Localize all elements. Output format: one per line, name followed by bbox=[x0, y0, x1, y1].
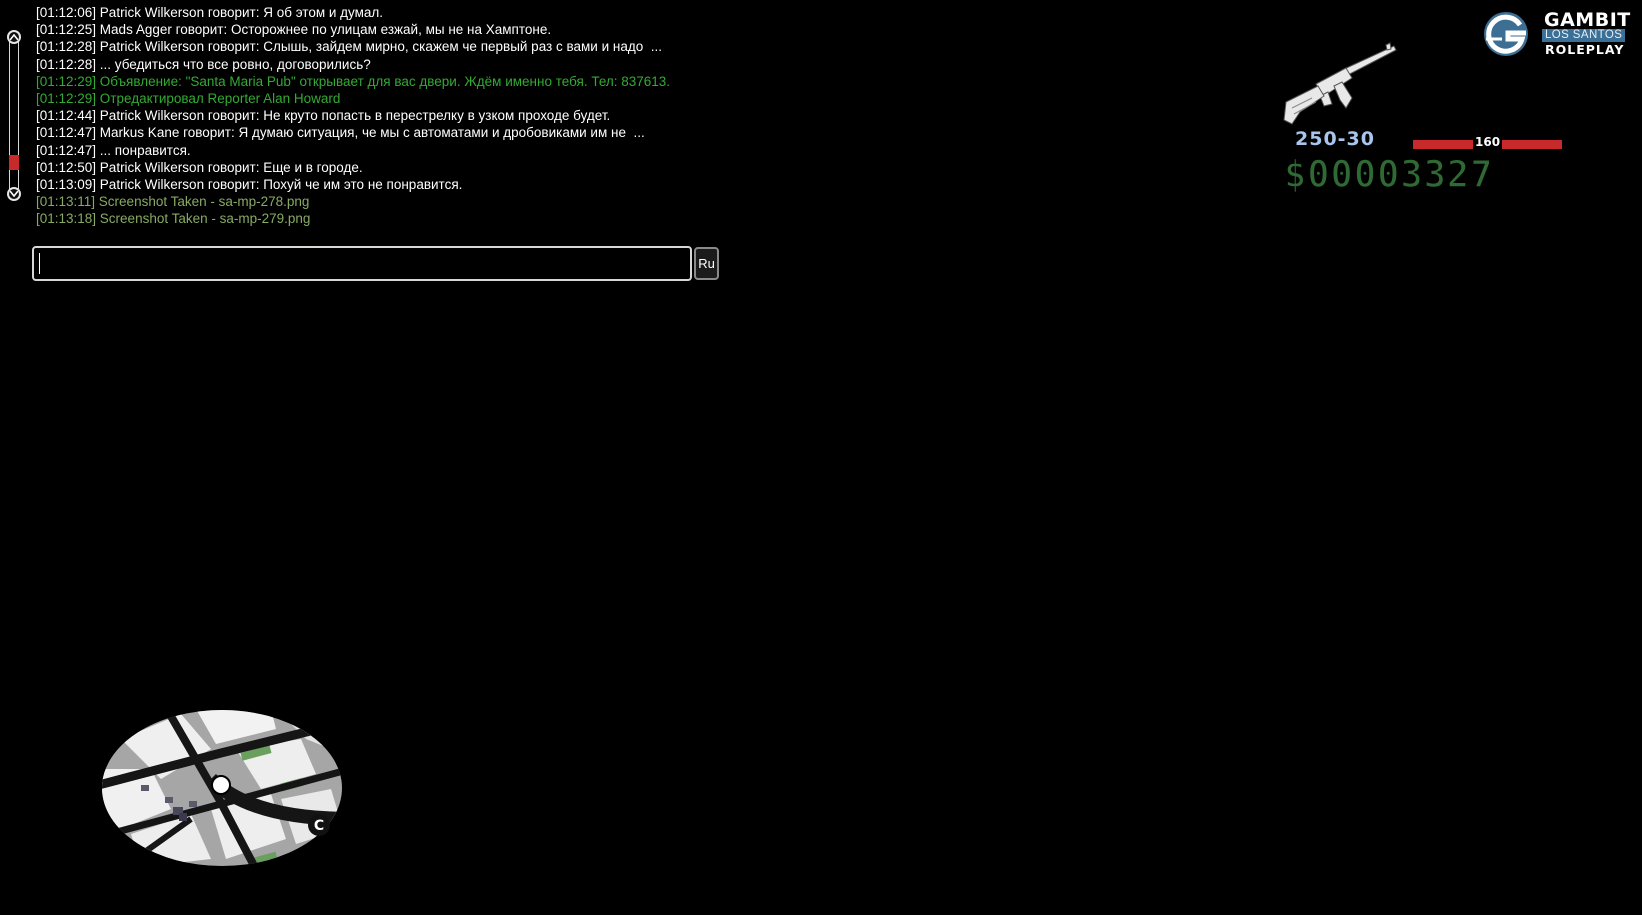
gambit-emblem-icon bbox=[1484, 12, 1528, 56]
chat-message: [01:13:09] Patrick Wilkerson говорит: По… bbox=[36, 176, 463, 192]
scroll-down-arrow-icon[interactable] bbox=[7, 187, 21, 201]
radar-minimap: C bbox=[101, 709, 343, 867]
chat-scrollbar-thumb[interactable] bbox=[9, 155, 19, 170]
logo-tagline: ROLEPLAY bbox=[1545, 42, 1625, 57]
server-logo: GAMBIT LOS SANTOS ROLEPLAY bbox=[1480, 10, 1635, 60]
chat-log: [01:12:06] Patrick Wilkerson говорит: Я … bbox=[36, 4, 670, 227]
health-value: 160 bbox=[1473, 134, 1503, 150]
chat-message: [01:12:29] Объявление: "Santa Maria Pub"… bbox=[36, 73, 671, 89]
chat-input[interactable] bbox=[32, 246, 692, 281]
radar-compass-label: C bbox=[314, 818, 324, 834]
chat-message: [01:12:29] Отредактировал Reporter Alan … bbox=[36, 90, 341, 106]
scroll-up-arrow-icon[interactable] bbox=[7, 30, 21, 44]
text-caret bbox=[39, 253, 40, 274]
chat-message: [01:13:11] Screenshot Taken - sa-mp-278.… bbox=[36, 194, 310, 210]
chat-message: [01:13:18] Screenshot Taken - sa-mp-279.… bbox=[36, 211, 311, 227]
chat-message: [01:12:28] Patrick Wilkerson говорит: Сл… bbox=[36, 39, 662, 55]
language-toggle-button[interactable]: Ru bbox=[694, 247, 719, 280]
chat-message: [01:12:28] ... убедиться что все ровно, … bbox=[36, 56, 371, 72]
chat-message: [01:12:47] ... понравится. bbox=[36, 142, 191, 158]
chat-message: [01:12:25] Mads Agger говорит: Осторожне… bbox=[36, 22, 552, 38]
logo-city: LOS SANTOS bbox=[1542, 29, 1626, 42]
money-counter: $00003327 bbox=[1283, 152, 1494, 197]
logo-name: GAMBIT bbox=[1544, 9, 1631, 31]
ammo-counter: 250-30 bbox=[1295, 128, 1375, 150]
ak47-icon bbox=[1283, 42, 1397, 125]
chat-message: [01:12:06] Patrick Wilkerson говорит: Я … bbox=[36, 5, 384, 20]
chat-message: [01:12:47] Markus Kane говорит: Я думаю … bbox=[36, 125, 645, 141]
chat-scrollbar[interactable] bbox=[7, 30, 21, 201]
chat-message: [01:12:50] Patrick Wilkerson говорит: Ещ… bbox=[36, 159, 363, 175]
chat-message: [01:12:44] Patrick Wilkerson говорит: Не… bbox=[36, 108, 611, 124]
